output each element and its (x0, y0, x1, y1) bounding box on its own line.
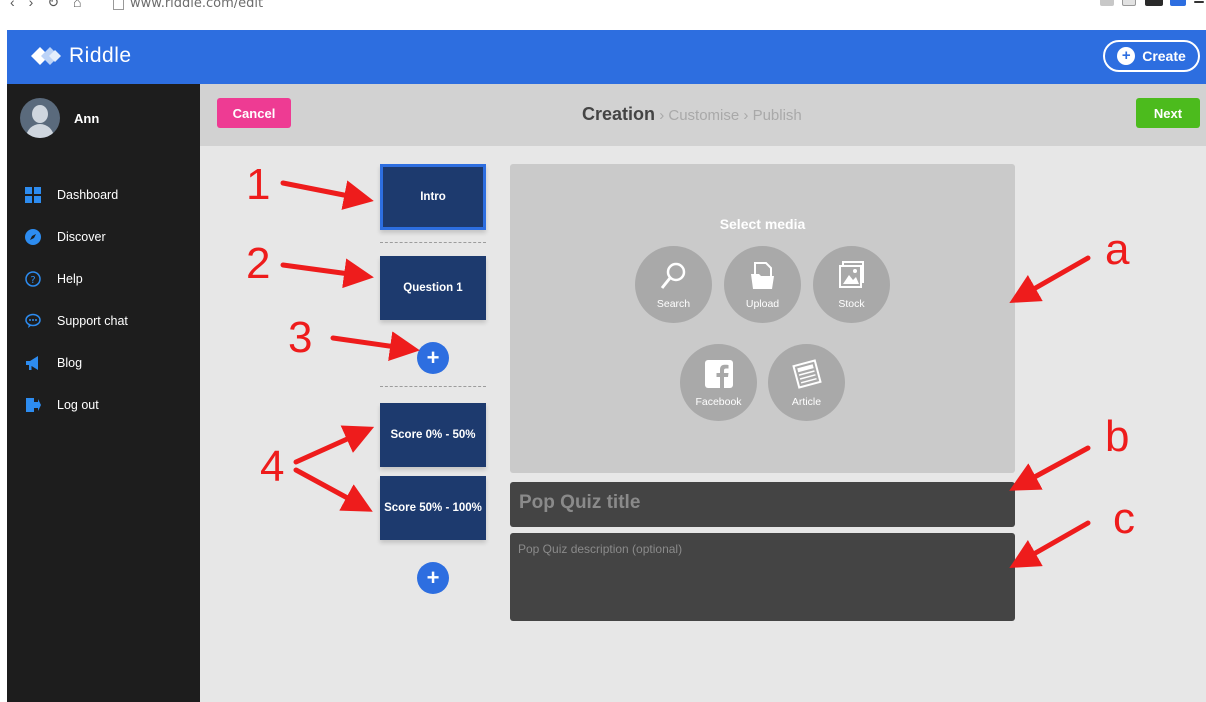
user-profile[interactable]: Ann (20, 98, 99, 138)
step-customise[interactable]: Customise (668, 107, 739, 124)
facebook-icon (705, 360, 733, 388)
logo-icon (31, 47, 61, 65)
editor-toolbar: Cancel Creation › Customise › Publish Ne… (200, 84, 1206, 146)
media-label: Facebook (695, 396, 742, 408)
megaphone-icon (26, 356, 38, 370)
sidebar-nav: Dashboard Discover ? Help Support chat B… (25, 174, 128, 426)
svg-text:?: ? (30, 275, 35, 286)
quiz-description-input[interactable]: Pop Quiz description (optional) (510, 533, 1015, 621)
slide-result-2[interactable]: Score 50% - 100% (380, 476, 486, 540)
sidebar-item-label: Log out (57, 398, 99, 412)
browser-toolbar: ‹›↻⌂ www.riddle.com/edit (0, 0, 1206, 30)
media-label: Upload (745, 298, 780, 310)
page-icon (113, 0, 124, 10)
grid-icon (25, 187, 41, 203)
divider (380, 242, 486, 243)
step-separator: › (659, 107, 665, 124)
upload-icon (751, 262, 774, 289)
divider (380, 386, 486, 387)
extension-icon[interactable] (1170, 0, 1186, 6)
sidebar-item-help[interactable]: ? Help (25, 258, 128, 300)
app-header: Riddle + Create (7, 30, 1206, 84)
slide-intro[interactable]: Intro (380, 164, 486, 230)
next-button[interactable]: Next (1136, 98, 1200, 128)
sidebar-item-blog[interactable]: Blog (25, 342, 128, 384)
sidebar: Ann Dashboard Discover ? Help Support ch… (7, 84, 200, 702)
sidebar-item-discover[interactable]: Discover (25, 216, 128, 258)
newspaper-icon (792, 359, 822, 389)
media-label: Article (791, 396, 822, 408)
search-icon (660, 262, 686, 289)
media-upload-button[interactable]: Upload (724, 246, 801, 323)
sidebar-item-label: Discover (57, 230, 106, 244)
sidebar-item-label: Support chat (57, 314, 128, 328)
media-title: Select media (719, 216, 806, 232)
browser-nav-icons[interactable]: ‹›↻⌂ (10, 0, 96, 11)
extension-icon[interactable] (1100, 0, 1114, 6)
add-question-button[interactable]: + (417, 342, 449, 374)
cancel-button[interactable]: Cancel (217, 98, 291, 128)
logout-icon (26, 398, 41, 412)
help-icon: ? (25, 271, 41, 287)
menu-icon[interactable] (1194, 1, 1204, 3)
sidebar-item-label: Dashboard (57, 188, 119, 202)
media-search-button[interactable]: Search (635, 246, 712, 323)
step-creation[interactable]: Creation (582, 104, 655, 124)
add-result-button[interactable]: + (417, 562, 449, 594)
avatar (20, 98, 60, 138)
media-label: Search (656, 298, 691, 310)
extension-icon[interactable] (1145, 0, 1163, 6)
step-separator: › (743, 107, 749, 124)
compass-icon (25, 229, 41, 245)
sidebar-item-dashboard[interactable]: Dashboard (25, 174, 128, 216)
address-bar[interactable]: www.riddle.com/edit (130, 0, 263, 11)
media-article-button[interactable]: Article (768, 344, 845, 421)
create-label: Create (1142, 48, 1186, 64)
sidebar-item-support-chat[interactable]: Support chat (25, 300, 128, 342)
extension-icon[interactable] (1122, 0, 1136, 6)
stock-icon (839, 261, 864, 288)
username: Ann (74, 110, 100, 126)
media-stock-button[interactable]: Stock (813, 246, 890, 323)
quiz-title-input[interactable]: Pop Quiz title (510, 482, 1015, 527)
create-button[interactable]: + Create (1103, 40, 1200, 72)
media-label: Stock (838, 298, 865, 310)
sidebar-item-label: Help (57, 272, 83, 286)
step-breadcrumb: Creation › Customise › Publish (582, 104, 802, 125)
editor-canvas: Intro Question 1 + Score 0% - 50% Score … (200, 146, 1206, 702)
sidebar-item-label: Blog (57, 356, 83, 370)
plus-icon: + (1117, 47, 1136, 65)
step-publish[interactable]: Publish (753, 107, 802, 124)
media-panel: Select media Search Upload Stock Faceboo… (510, 164, 1015, 473)
logo-text: Riddle (69, 44, 132, 67)
chat-icon (25, 313, 41, 328)
slide-question-1[interactable]: Question 1 (380, 256, 486, 320)
media-facebook-button[interactable]: Facebook (680, 344, 757, 421)
riddle-logo[interactable]: Riddle (31, 44, 132, 68)
sidebar-item-logout[interactable]: Log out (25, 384, 128, 426)
slide-result-1[interactable]: Score 0% - 50% (380, 403, 486, 467)
